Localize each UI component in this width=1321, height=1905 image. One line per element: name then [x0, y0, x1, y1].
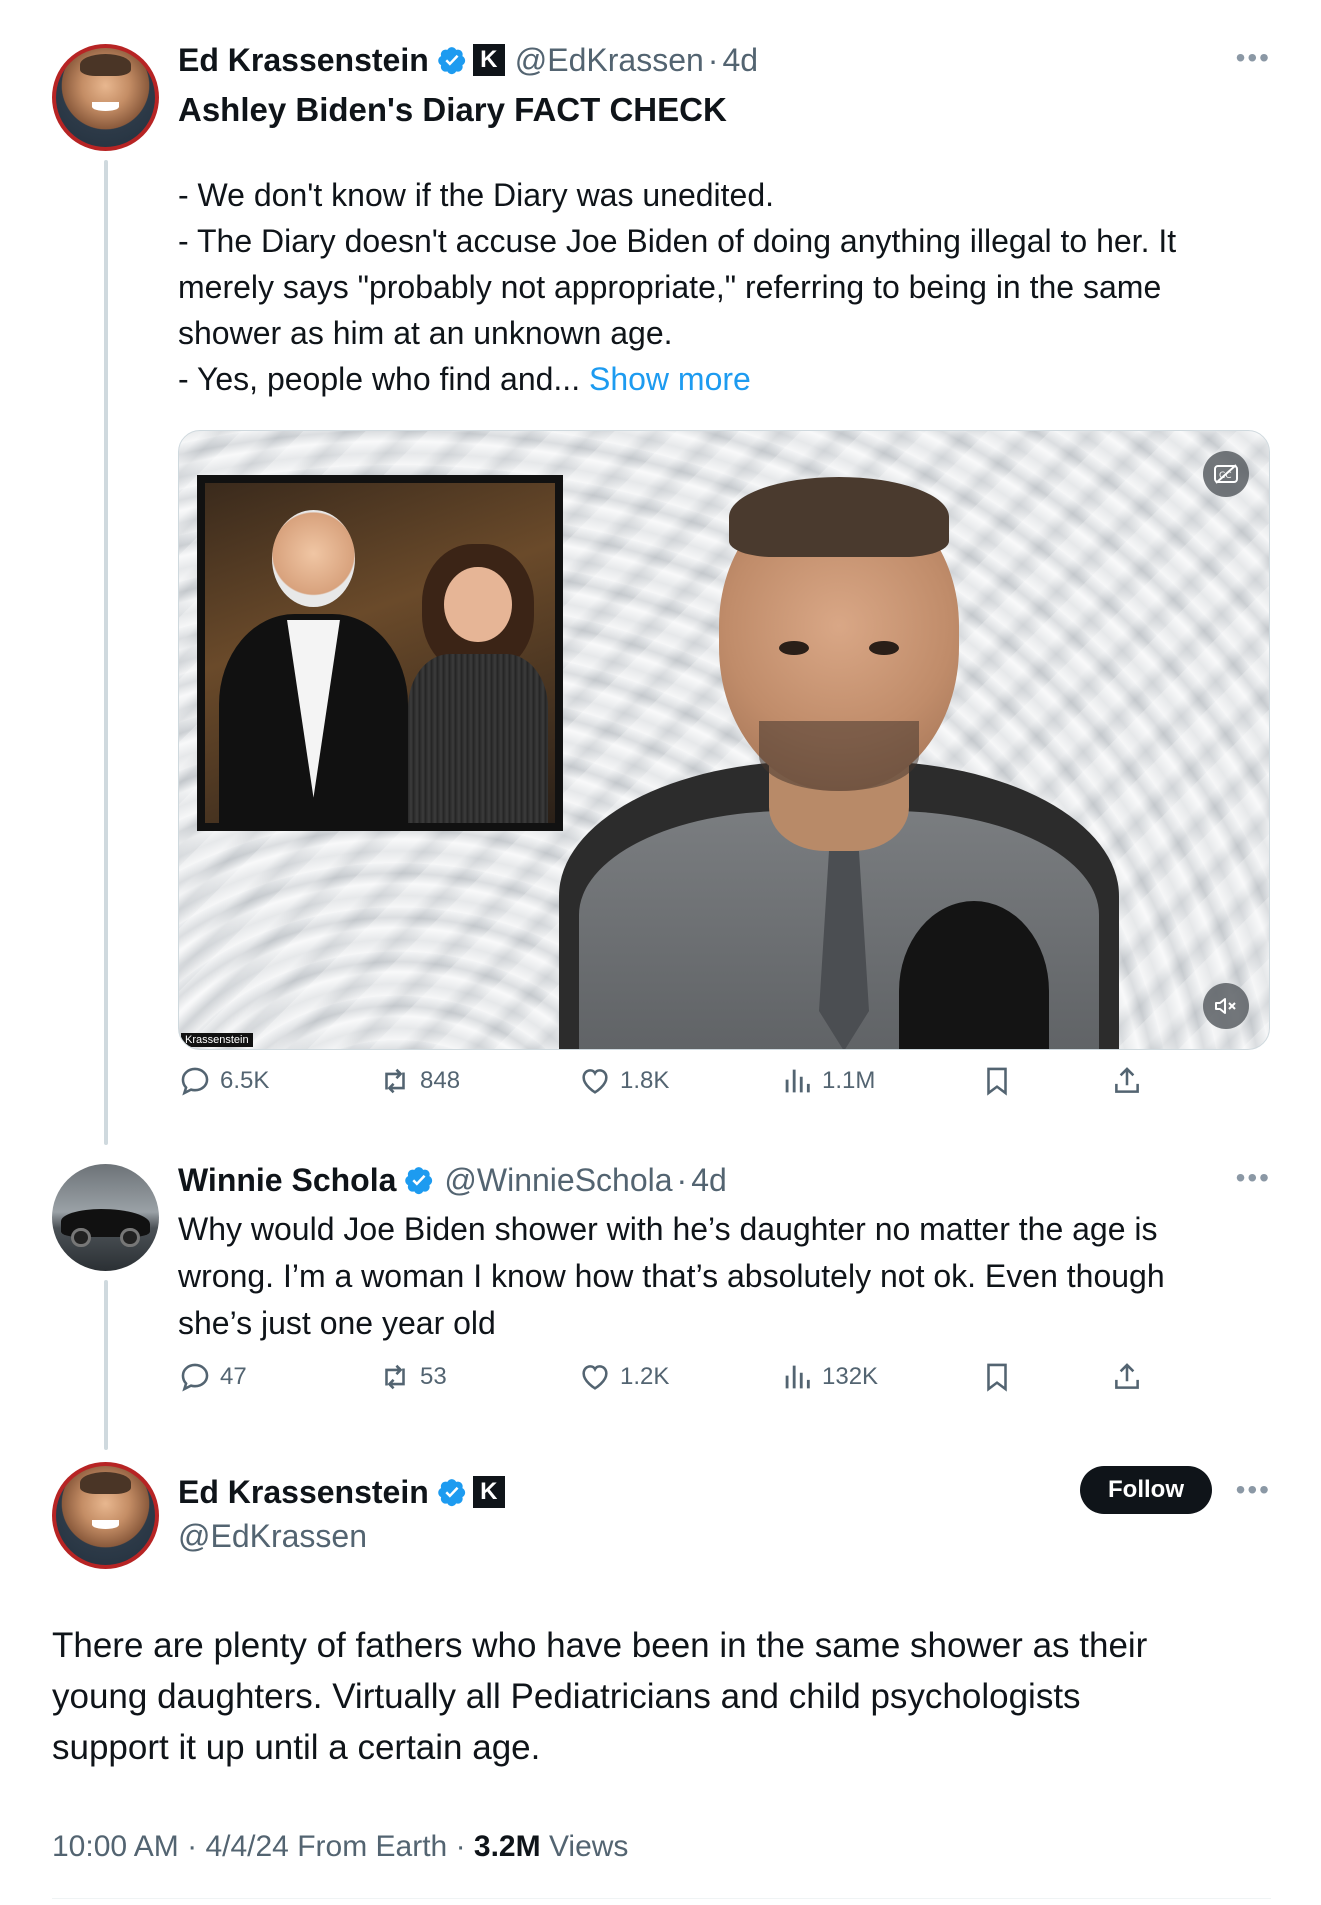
- reply-button[interactable]: 47: [178, 1360, 378, 1394]
- views-button[interactable]: 132K: [780, 1360, 980, 1394]
- body-line: wrong. I’m a woman I know how that’s abs…: [178, 1258, 1165, 1294]
- author-name[interactable]: Winnie Schola: [178, 1158, 396, 1202]
- separator: ·: [455, 1830, 474, 1863]
- video-player[interactable]: Krassenstein CC: [178, 430, 1270, 1050]
- thread-line: [104, 160, 108, 1145]
- body-line: support it up until a certain age.: [52, 1728, 541, 1767]
- post-date[interactable]: 4/4/24: [205, 1830, 288, 1863]
- repost-count: 848: [420, 1067, 461, 1094]
- avatar[interactable]: [52, 1164, 159, 1271]
- k-badge-icon: K: [472, 1476, 505, 1508]
- video-watermark: Krassenstein: [181, 1033, 253, 1047]
- tweet-header: Winnie Schola @WinnieSchola · 4d: [178, 1158, 1271, 1202]
- follow-button[interactable]: Follow: [1080, 1466, 1212, 1514]
- presenter-image: [479, 471, 1199, 1049]
- reply-icon: [181, 1363, 209, 1392]
- views-label: Views: [548, 1830, 629, 1863]
- tweet-header: Ed Krassenstein K @EdKrassen · 4d: [178, 38, 1271, 82]
- body-line-text: - Yes, people who find and...: [178, 361, 589, 397]
- author-handle[interactable]: @EdKrassen: [178, 1514, 367, 1558]
- body-line: There are plenty of fathers who have bee…: [52, 1626, 1148, 1665]
- bookmark-icon: [987, 1067, 1007, 1096]
- separator: ·: [187, 1830, 206, 1863]
- view-count: 1.1M: [822, 1067, 876, 1094]
- more-icon[interactable]: •••: [1236, 1162, 1271, 1194]
- reply-button[interactable]: 6.5K: [178, 1064, 378, 1098]
- thread-line: [104, 1280, 108, 1450]
- handle-row: @EdKrassen: [178, 1514, 1271, 1558]
- body-line: young daughters. Virtually all Pediatric…: [52, 1677, 1081, 1716]
- body-line: - Yes, people who find and... Show more: [178, 356, 1271, 402]
- author-name[interactable]: Ed Krassenstein: [178, 1470, 429, 1514]
- share-button[interactable]: [1110, 1360, 1150, 1394]
- more-icon[interactable]: •••: [1236, 1474, 1271, 1506]
- verified-icon: [438, 1479, 465, 1507]
- bookmark-icon: [987, 1363, 1007, 1392]
- divider: [52, 1898, 1271, 1899]
- author-handle[interactable]: @EdKrassen: [515, 38, 704, 82]
- tweet-body: There are plenty of fathers who have bee…: [52, 1620, 1147, 1773]
- reply-icon: [181, 1067, 209, 1096]
- share-button[interactable]: [1110, 1064, 1150, 1098]
- repost-icon: [385, 1068, 405, 1094]
- author-name[interactable]: Ed Krassenstein: [178, 38, 429, 82]
- post-time[interactable]: 10:00 AM: [52, 1830, 179, 1863]
- timestamp[interactable]: 4d: [722, 38, 758, 82]
- tweet-parent[interactable]: Ed Krassenstein K @EdKrassen · 4d ••• As…: [178, 38, 1271, 402]
- like-count: 1.2K: [620, 1363, 670, 1390]
- timestamp[interactable]: 4d: [691, 1158, 727, 1202]
- bookmark-button[interactable]: [980, 1360, 1110, 1394]
- repost-icon: [385, 1364, 405, 1390]
- like-count: 1.8K: [620, 1067, 670, 1094]
- body-line: shower as him at an unknown age.: [178, 315, 673, 351]
- reply-count: 47: [220, 1363, 247, 1390]
- mute-icon[interactable]: [1203, 983, 1249, 1029]
- like-button[interactable]: 1.2K: [578, 1360, 780, 1394]
- author-handle[interactable]: @WinnieSchola: [444, 1158, 672, 1202]
- more-icon[interactable]: •••: [1236, 42, 1271, 74]
- body-line: merely says "probably not appropriate," …: [178, 269, 1162, 305]
- tweet-meta: 10:00 AM · 4/4/24 From Earth · 3.2M View…: [52, 1830, 628, 1864]
- share-icon: [1115, 1363, 1139, 1389]
- repost-button[interactable]: 848: [378, 1064, 578, 1098]
- repost-count: 53: [420, 1363, 447, 1390]
- post-source: From Earth: [297, 1830, 448, 1863]
- like-icon: [582, 1069, 608, 1094]
- view-count: 132K: [822, 1363, 879, 1390]
- views-icon: [785, 1365, 810, 1389]
- separator: ·: [707, 42, 719, 78]
- separator: ·: [676, 1162, 688, 1198]
- tweet-actions: 6.5K 848 1.8K 1.1M: [178, 1064, 1158, 1098]
- share-icon: [1115, 1067, 1139, 1093]
- reply-count: 6.5K: [220, 1067, 270, 1094]
- tweet-body: Why would Joe Biden shower with he’s dau…: [178, 1206, 1271, 1347]
- show-more-link[interactable]: Show more: [589, 361, 751, 397]
- like-button[interactable]: 1.8K: [578, 1064, 780, 1098]
- body-line: Why would Joe Biden shower with he’s dau…: [178, 1211, 1158, 1247]
- captions-icon[interactable]: CC: [1203, 451, 1249, 497]
- views-button[interactable]: 1.1M: [780, 1064, 980, 1098]
- verified-icon: [405, 1167, 433, 1195]
- repost-button[interactable]: 53: [378, 1360, 578, 1394]
- verified-icon: [438, 47, 465, 75]
- body-line: - We don't know if the Diary was unedite…: [178, 177, 775, 213]
- tweet-reply[interactable]: Winnie Schola @WinnieSchola · 4d ••• Why…: [178, 1158, 1271, 1347]
- body-line: she’s just one year old: [178, 1305, 496, 1341]
- bookmark-button[interactable]: [980, 1064, 1110, 1098]
- avatar[interactable]: [52, 44, 159, 151]
- views-icon: [785, 1069, 810, 1093]
- body-line: - The Diary doesn't accuse Joe Biden of …: [178, 223, 1177, 259]
- avatar[interactable]: [52, 1462, 159, 1569]
- like-icon: [582, 1365, 608, 1390]
- views-count: 3.2M: [473, 1830, 541, 1863]
- tweet-actions: 47 53 1.2K 132K: [178, 1360, 1158, 1394]
- tweet-title: Ashley Biden's Diary FACT CHECK: [178, 91, 727, 128]
- tweet-body: - We don't know if the Diary was unedite…: [178, 172, 1271, 402]
- inset-photo: [197, 475, 563, 831]
- k-badge-icon: K: [472, 44, 505, 76]
